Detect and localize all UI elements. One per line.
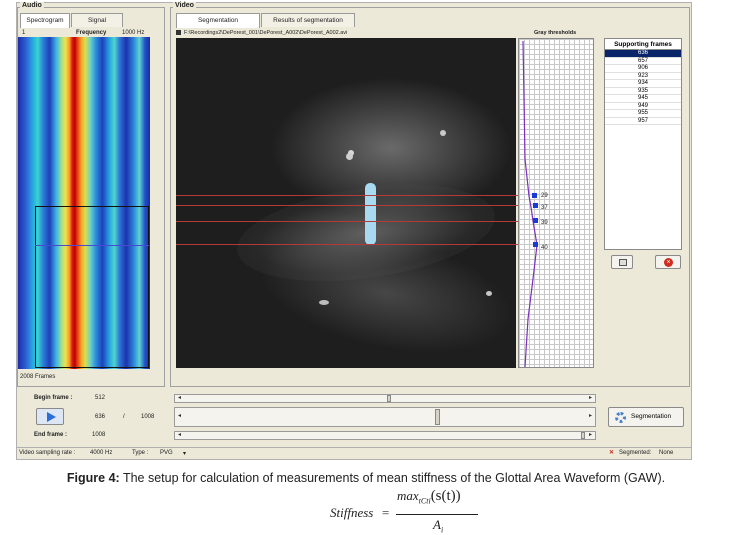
list-item[interactable]: 955 [605, 110, 681, 118]
gray-thresholds-plot[interactable] [518, 38, 594, 368]
tab-segmentation[interactable]: Segmentation [176, 13, 260, 28]
frame-separator: / [123, 414, 125, 420]
begin-slider-thumb[interactable] [387, 395, 391, 402]
threshold-handle[interactable] [533, 203, 538, 208]
segmented-label: Segmented: [619, 450, 652, 456]
reflection-spot [486, 291, 492, 296]
add-frame-icon [619, 259, 627, 266]
gray-curve [522, 40, 538, 368]
reflection-spot [346, 153, 353, 160]
list-item[interactable]: 657 [605, 58, 681, 65]
formula-denominator: Ai [433, 517, 443, 535]
list-item[interactable]: 636 [605, 50, 681, 58]
audio-group-label: Audio [20, 2, 44, 9]
frames-count-label: 2008 Frames [20, 374, 56, 380]
scroll-left-icon[interactable]: ◂ [175, 432, 184, 439]
video-frame[interactable] [176, 38, 516, 368]
segmentation-button-label: Segmentation [631, 413, 672, 420]
chevron-down-icon[interactable]: ▾ [183, 450, 186, 457]
list-item[interactable]: 945 [605, 95, 681, 103]
gray-thresholds-title: Gray thresholds [534, 30, 577, 36]
end-slider-thumb[interactable] [581, 432, 585, 439]
gear-icon [615, 412, 626, 423]
total-frames-value: 1008 [141, 414, 155, 420]
delete-frame-button[interactable]: × [655, 255, 681, 269]
formula-denominator-a: A [433, 517, 441, 532]
formula-equals: = [382, 505, 390, 520]
list-item[interactable]: 934 [605, 80, 681, 88]
segmented-status-icon: ✕ [609, 450, 615, 456]
current-slider-thumb[interactable] [435, 409, 440, 425]
type-label: Type : [132, 450, 149, 456]
frequency-axis-min: 1 [22, 30, 26, 36]
reflection-spot [319, 300, 329, 305]
list-item[interactable]: 957 [605, 118, 681, 125]
threshold-handle[interactable] [533, 218, 538, 223]
supporting-frames-title: Supporting frames [605, 39, 681, 50]
begin-frame-value: 512 [95, 395, 106, 401]
frequency-axis-max: 1000 Hz [122, 30, 145, 36]
segmented-value: None [659, 450, 674, 456]
reflection-spot [440, 130, 446, 136]
formula-denominator-sub: i [440, 525, 444, 535]
begin-frame-slider[interactable]: ◂ ▸ [174, 394, 596, 403]
figure-label: Figure 4: [66, 471, 120, 485]
spectrogram-cursor-line [35, 245, 149, 246]
formula-fraction-bar [396, 514, 478, 515]
frequency-axis-title: Frequency [76, 30, 107, 36]
threshold-label-40: 40 [541, 245, 548, 251]
current-frame-slider[interactable]: ◂ ▸ [174, 407, 596, 427]
tab-signal[interactable]: Signal [71, 13, 123, 27]
formula-numerator: maxtCti(s(t)) [397, 488, 461, 506]
list-item[interactable]: 906 [605, 65, 681, 73]
threshold-label-29: 29 [541, 193, 548, 199]
video-group-label: Video [173, 2, 196, 9]
list-item[interactable]: 923 [605, 73, 681, 80]
formula-subscript: tCti [418, 496, 431, 506]
threshold-label-37: 37 [541, 205, 548, 211]
file-icon [176, 30, 181, 35]
scroll-left-icon[interactable]: ◂ [175, 413, 184, 420]
list-item[interactable]: 949 [605, 103, 681, 110]
sampling-rate-label: Video sampling rate : [19, 450, 76, 456]
end-frame-value: 1008 [92, 432, 106, 438]
end-frame-slider[interactable]: ◂ ▸ [174, 431, 596, 440]
formula-lhs: Stiffness [330, 505, 374, 520]
threshold-label-39: 39 [541, 220, 548, 226]
threshold-handle[interactable] [533, 242, 538, 247]
tab-spectrogram[interactable]: Spectrogram [20, 13, 70, 28]
figure-caption-text: The setup for calculation of measurement… [122, 471, 666, 485]
threshold-handle[interactable] [532, 193, 537, 198]
play-icon [47, 412, 56, 422]
glottis-segment [365, 183, 376, 245]
status-bar [16, 447, 692, 459]
type-dropdown[interactable]: PVG [160, 450, 173, 456]
spectrogram-selection-box[interactable] [35, 206, 149, 368]
add-frame-button[interactable] [611, 255, 633, 269]
scroll-left-icon[interactable]: ◂ [175, 395, 184, 402]
end-frame-label: End frame : [34, 432, 68, 438]
current-frame-value: 636 [95, 414, 106, 420]
figure-caption: Figure 4: The setup for calculation of m… [0, 471, 732, 485]
segmentation-button[interactable]: Segmentation [608, 407, 684, 427]
formula-max: max [397, 488, 419, 503]
tab-results-of-segmentation[interactable]: Results of segmentation [261, 13, 355, 27]
file-path: F:\Recordings2\DePorest_001\DePorest_A00… [184, 30, 348, 36]
spectrogram-view[interactable] [18, 37, 150, 369]
delete-icon: × [664, 258, 673, 267]
formula-argument: (s(t)) [430, 488, 461, 504]
supporting-frames-list[interactable]: Supporting frames 636 657 906 923 934 93… [604, 38, 682, 250]
play-button[interactable] [36, 408, 64, 425]
scroll-right-icon[interactable]: ▸ [586, 395, 595, 402]
begin-frame-label: Begin frame : [34, 395, 73, 401]
scroll-right-icon[interactable]: ▸ [586, 432, 595, 439]
list-item[interactable]: 935 [605, 88, 681, 95]
sampling-rate-value: 4000 Hz [90, 450, 113, 456]
scroll-right-icon[interactable]: ▸ [586, 413, 595, 420]
